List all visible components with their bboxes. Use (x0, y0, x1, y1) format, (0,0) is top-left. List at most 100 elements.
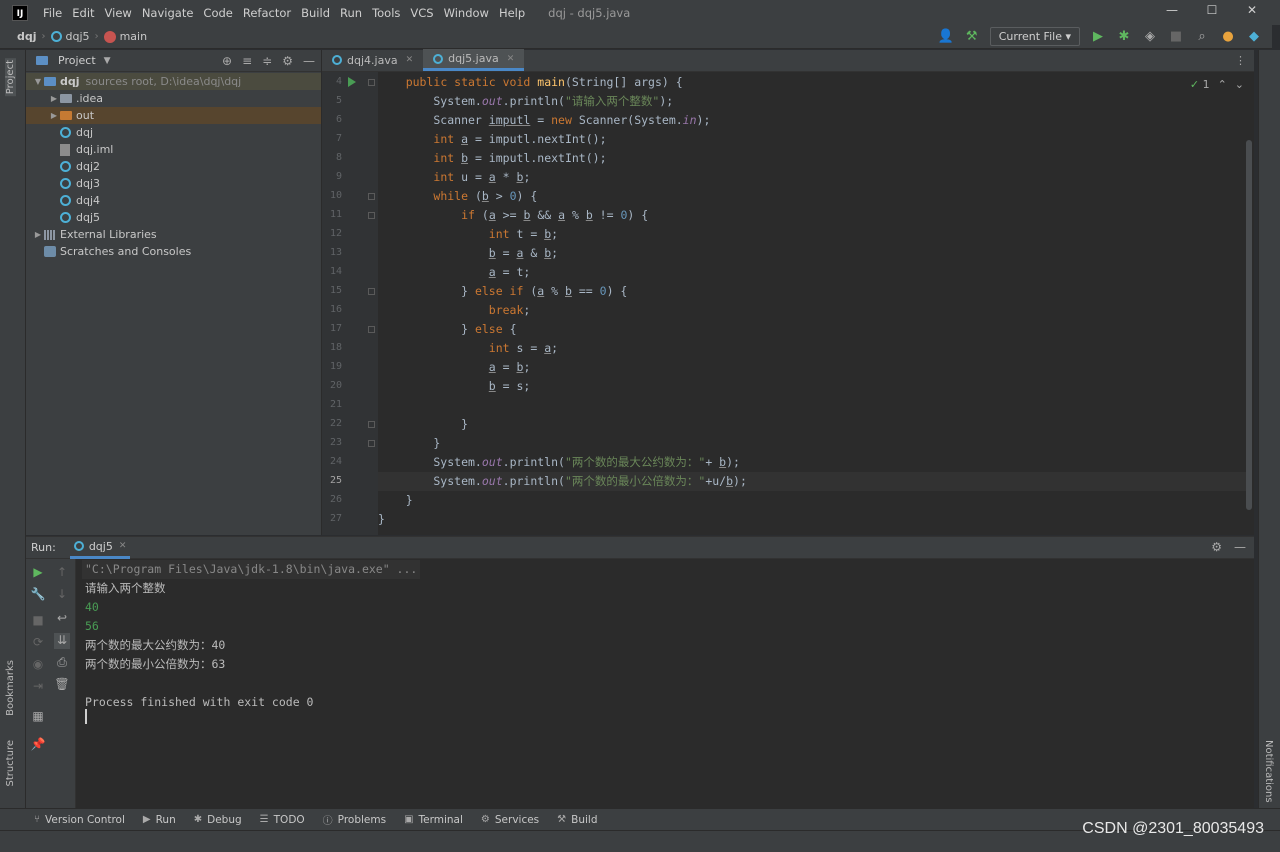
wrench-icon[interactable]: 🔧 (30, 587, 46, 603)
restore-icon[interactable]: ⟳ (30, 635, 46, 651)
minimize-icon[interactable]: — (1162, 3, 1182, 21)
fold-marker-icon[interactable] (368, 193, 375, 200)
stop-icon[interactable]: ■ (30, 613, 46, 629)
trash-icon[interactable]: 🗑 (54, 677, 70, 693)
tree-item[interactable]: ▶ External Libraries (26, 226, 321, 243)
fold-marker-icon[interactable] (368, 288, 375, 295)
menu-run[interactable]: Run (335, 6, 367, 20)
menu-build[interactable]: Build (296, 6, 335, 20)
plugin-icon[interactable]: ◆ (1246, 29, 1262, 44)
run-tab[interactable]: dqj5 ✕ (69, 537, 131, 559)
bookmarks-tool-tab[interactable]: Bookmarks (5, 660, 16, 716)
breadcrumb-method[interactable]: main (103, 30, 147, 43)
editor-scrollbar[interactable] (1246, 140, 1252, 510)
tree-item[interactable]: ▼ dqj sources root, D:\idea\dqj\dqj (26, 73, 321, 90)
editor-tab[interactable]: dqj5.java ✕ (423, 49, 525, 71)
menu-vcs[interactable]: VCS (405, 6, 438, 20)
code-line: } (378, 436, 441, 450)
coverage-icon[interactable]: ◈ (1142, 29, 1158, 44)
scroll-to-end-icon[interactable]: ⇊ (54, 633, 70, 649)
up-arrow-icon[interactable]: ↑ (54, 565, 70, 581)
project-view-selector[interactable]: Project (58, 54, 96, 67)
tree-item[interactable]: ▶ out (26, 107, 321, 124)
tree-item[interactable]: dqj (26, 124, 321, 141)
more-icon[interactable]: ⋮ (1235, 54, 1246, 67)
fold-marker-icon[interactable] (368, 326, 375, 333)
tree-item[interactable]: dqj3 (26, 175, 321, 192)
chevron-down-icon[interactable]: ⌄ (1235, 78, 1244, 91)
hide-icon[interactable]: — (303, 54, 315, 68)
code-area[interactable]: public static void main(String[] args) {… (378, 72, 1254, 535)
soft-wrap-icon[interactable]: ↩ (54, 611, 70, 627)
update-icon[interactable]: ● (1220, 29, 1236, 44)
breadcrumb-project[interactable]: dqj (17, 30, 37, 43)
tree-item[interactable]: dqj2 (26, 158, 321, 175)
build-hammer-icon[interactable]: ⚒ (964, 29, 980, 44)
tool-tab-build[interactable]: ⚒ Build (557, 814, 597, 826)
fold-marker-icon[interactable] (368, 79, 375, 86)
print-icon[interactable]: ⎙ (54, 655, 70, 671)
debug-icon[interactable]: ✱ (1116, 29, 1132, 44)
tool-tab-run[interactable]: ▶ Run (143, 814, 176, 826)
expand-all-icon[interactable]: ≡ (242, 54, 252, 68)
user-icon[interactable]: 👤 (938, 29, 954, 44)
chevron-down-icon[interactable]: ▼ (104, 56, 111, 66)
close-window-icon[interactable]: ✕ (1242, 3, 1262, 21)
close-tab-icon[interactable]: ✕ (119, 541, 127, 551)
chevron-up-icon[interactable]: ⌃ (1218, 78, 1227, 91)
menu-navigate[interactable]: Navigate (137, 6, 199, 20)
inspection-widget[interactable]: ✓ 1 ⌃ ⌄ (1190, 78, 1244, 91)
fold-marker-icon[interactable] (368, 212, 375, 219)
tool-tab-services[interactable]: ⚙ Services (481, 814, 539, 826)
notifications-tool-tab[interactable]: Notifications (1263, 740, 1274, 803)
gear-icon[interactable]: ⚙ (1211, 540, 1222, 554)
menu-edit[interactable]: Edit (67, 6, 99, 20)
console-output[interactable]: "C:\Program Files\Java\jdk-1.8\bin\java.… (80, 559, 1250, 809)
menu-view[interactable]: View (100, 6, 137, 20)
run-icon[interactable]: ▶ (1090, 29, 1106, 44)
chevron-right-icon[interactable]: ▶ (32, 230, 44, 239)
tree-item[interactable]: dqj.iml (26, 141, 321, 158)
chevron-right-icon[interactable]: ▶ (48, 94, 60, 103)
locate-icon[interactable]: ⊕ (222, 54, 232, 68)
rerun-icon[interactable]: ▶ (30, 565, 46, 581)
chevron-down-icon[interactable]: ▼ (32, 77, 44, 86)
project-tool-tab[interactable]: Project (5, 58, 16, 97)
pin-icon[interactable]: 📌 (30, 737, 46, 753)
fold-marker-icon[interactable] (368, 421, 375, 428)
menu-tools[interactable]: Tools (367, 6, 405, 20)
menu-window[interactable]: Window (439, 6, 494, 20)
search-icon[interactable]: ⌕ (1194, 29, 1210, 44)
tool-tab-debug[interactable]: ✱ Debug (194, 814, 242, 826)
down-arrow-icon[interactable]: ↓ (54, 587, 70, 603)
tool-tab-problems[interactable]: ⓘ Problems (323, 812, 386, 828)
tree-item[interactable]: dqj5 (26, 209, 321, 226)
camera-icon[interactable]: ◉ (30, 657, 46, 673)
tool-tab-terminal[interactable]: ▣ Terminal (404, 814, 463, 826)
run-gutter-icon[interactable] (348, 77, 356, 87)
close-tab-icon[interactable]: ✕ (406, 55, 414, 65)
editor-tab[interactable]: dqj4.java ✕ (322, 49, 423, 71)
breadcrumb-module[interactable]: dqj5 (50, 30, 90, 43)
layout-icon[interactable]: ▦ (30, 709, 46, 725)
exit-icon[interactable]: ⇥ (30, 679, 46, 695)
maximize-icon[interactable]: ☐ (1202, 3, 1222, 21)
menu-code[interactable]: Code (198, 6, 237, 20)
collapse-all-icon[interactable]: ≑ (262, 54, 272, 68)
run-config-dropdown[interactable]: Current File ▾ (989, 27, 1080, 46)
menu-refactor[interactable]: Refactor (238, 6, 296, 20)
tree-item[interactable]: dqj4 (26, 192, 321, 209)
chevron-right-icon[interactable]: ▶ (48, 111, 60, 120)
tree-item[interactable]: ▶ .idea (26, 90, 321, 107)
gear-icon[interactable]: ⚙ (282, 54, 293, 68)
menu-help[interactable]: Help (494, 6, 530, 20)
tool-tab-todo[interactable]: ☰ TODO (260, 814, 305, 826)
close-tab-icon[interactable]: ✕ (507, 54, 515, 64)
stop-icon[interactable]: ■ (1168, 29, 1184, 44)
menu-file[interactable]: File (38, 6, 67, 20)
tree-item[interactable]: Scratches and Consoles (26, 243, 321, 260)
fold-marker-icon[interactable] (368, 440, 375, 447)
tool-tab-version-control[interactable]: ⑂ Version Control (34, 814, 125, 826)
hide-icon[interactable]: — (1234, 540, 1246, 554)
structure-tool-tab[interactable]: Structure (5, 740, 16, 787)
